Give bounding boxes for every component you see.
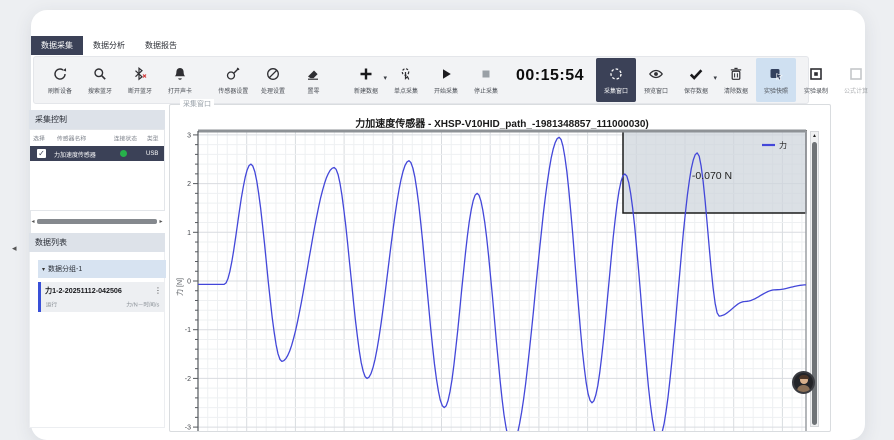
data-list-header: 数据列表 xyxy=(29,233,165,252)
y-axis-label: 力 [N] xyxy=(175,278,184,296)
tab-data-report[interactable]: 数据报告 xyxy=(135,36,187,55)
collect-control-header: 采集控制 xyxy=(29,110,165,129)
refresh-device-button[interactable]: 刷新设备 xyxy=(40,58,80,102)
legend-label: 力 xyxy=(779,140,787,150)
check-icon xyxy=(688,66,704,82)
chart-svg[interactable]: 3 2 1 0 -1 -2 -3 力 -0.070 N 力 [N] xyxy=(172,109,824,431)
preview-window-button[interactable]: 预览窗口 xyxy=(636,58,676,102)
stop-icon xyxy=(478,66,494,82)
hscroll-right-icon[interactable]: ▸ xyxy=(157,218,165,225)
avatar-hair xyxy=(799,375,809,379)
formula-frame-icon xyxy=(848,66,864,82)
dashed-circle-icon xyxy=(608,66,624,82)
disconnect-bluetooth-button[interactable]: 断开蓝牙 xyxy=(120,58,160,102)
status-dot xyxy=(120,150,127,157)
search-icon xyxy=(92,66,108,82)
single-point-collect-button[interactable]: 单点采集 xyxy=(386,58,426,102)
experiment-snapshot-button[interactable]: 实验快照 xyxy=(756,58,796,102)
new-data-button[interactable]: ▾ 新建数据 xyxy=(346,58,386,102)
save-data-button[interactable]: ▾ 保存数据 xyxy=(676,58,716,102)
eye-icon xyxy=(648,66,664,82)
toolbar: 刷新设备 搜索蓝牙 断开蓝牙 打开声卡 传感器设置 处理设置 xyxy=(33,56,809,104)
col-select: 选择 xyxy=(33,134,53,143)
sensor-table: 选择 传感器名称 连接状态 类型 ✓ 力加速度传感器 USB xyxy=(29,129,165,211)
col-connection-status: 连接状态 xyxy=(114,134,145,143)
formula-calc-button: 公式计算 xyxy=(836,58,876,102)
collect-window-panel: 采集窗口 力加速度传感器 - XHSP-V10HID_path_-1981348… xyxy=(169,104,831,432)
sensor-name: 力加速度传感器 xyxy=(54,149,107,158)
sidebar: 采集控制 选择 传感器名称 连接状态 类型 ✓ 力加速度传感器 USB ◂ ▸ … xyxy=(29,110,165,428)
data-tree: ▾ 数据分组-1 力1-2-20251112-042506 ⋮ 运行 力/N－时… xyxy=(29,252,165,428)
search-bluetooth-button[interactable]: 搜索蓝牙 xyxy=(80,58,120,102)
svg-text:3: 3 xyxy=(187,132,191,139)
trash-icon xyxy=(728,66,744,82)
sensor-settings-icon xyxy=(225,66,241,82)
assistant-avatar-button[interactable] xyxy=(792,371,815,394)
collect-timer: 00:15:54 xyxy=(516,67,584,85)
sensor-row[interactable]: ✓ 力加速度传感器 USB xyxy=(30,146,164,161)
svg-text:2: 2 xyxy=(187,181,191,188)
clear-data-button[interactable]: 清除数据 xyxy=(716,58,756,102)
record-frame-icon xyxy=(808,66,824,82)
refresh-icon xyxy=(52,66,68,82)
bell-icon xyxy=(172,66,188,82)
sensor-table-header: 选择 传感器名称 连接状态 类型 xyxy=(30,130,164,146)
tree-expand-icon[interactable]: ▾ xyxy=(42,266,45,273)
avatar-body xyxy=(797,385,810,394)
svg-text:0: 0 xyxy=(187,279,191,286)
open-soundcard-button[interactable]: 打开声卡 xyxy=(160,58,200,102)
hscroll-thumb[interactable] xyxy=(37,219,157,224)
svg-text:1: 1 xyxy=(187,230,191,237)
tab-data-analysis[interactable]: 数据分析 xyxy=(83,36,135,55)
col-type: 类型 xyxy=(147,134,163,143)
tab-data-collect[interactable]: 数据采集 xyxy=(31,36,83,55)
zero-button[interactable]: 置零 xyxy=(293,58,333,102)
data-list-panel: 数据列表 ▾ 数据分组-1 力1-2-20251112-042506 ⋮ 运行 … xyxy=(29,233,165,428)
svg-text:-2: -2 xyxy=(185,376,191,383)
vscroll-up-icon[interactable]: ▲ xyxy=(811,132,818,141)
data-item-status: 运行 xyxy=(46,300,57,309)
data-group-label: 数据分组-1 xyxy=(48,264,82,274)
data-item-axes: 力/N－时间/s xyxy=(127,300,160,309)
panel-group-label: 采集窗口 xyxy=(180,99,214,109)
eraser-icon xyxy=(305,66,321,82)
circle-slash-icon xyxy=(265,66,281,82)
sensor-checkbox[interactable]: ✓ xyxy=(37,149,46,158)
svg-text:-3: -3 xyxy=(185,425,191,431)
collect-window-button[interactable]: 采集窗口 xyxy=(596,58,636,102)
sensor-settings-button[interactable]: 传感器设置 xyxy=(213,58,253,102)
start-collect-button[interactable]: 开始采集 xyxy=(426,58,466,102)
sensor-table-hscrollbar[interactable]: ◂ ▸ xyxy=(29,217,165,225)
collapse-sidebar-icon[interactable]: ◂ xyxy=(12,243,17,254)
snapshot-icon xyxy=(768,66,784,82)
main-tabbar: 数据采集 数据分析 数据报告 xyxy=(31,36,187,55)
sensor-type: USB xyxy=(146,151,164,157)
experiment-record-button[interactable]: 实验录制 xyxy=(796,58,836,102)
data-item[interactable]: 力1-2-20251112-042506 ⋮ 运行 力/N－时间/s xyxy=(38,282,164,312)
item-menu-icon[interactable]: ⋮ xyxy=(154,286,162,295)
bluetooth-disconnect-icon xyxy=(132,66,148,82)
plus-icon xyxy=(358,66,374,82)
annotation-text: -0.070 N xyxy=(692,170,732,182)
data-item-title: 力1-2-20251112-042506 xyxy=(45,285,122,295)
stop-collect-button[interactable]: 停止采集 xyxy=(466,58,506,102)
touch-point-icon xyxy=(398,66,414,82)
svg-text:-1: -1 xyxy=(185,327,191,334)
hscroll-left-icon[interactable]: ◂ xyxy=(29,218,37,225)
process-settings-button[interactable]: 处理设置 xyxy=(253,58,293,102)
play-icon xyxy=(438,66,454,82)
col-sensor-name: 传感器名称 xyxy=(57,134,109,143)
data-group-row[interactable]: ▾ 数据分组-1 xyxy=(38,260,166,278)
